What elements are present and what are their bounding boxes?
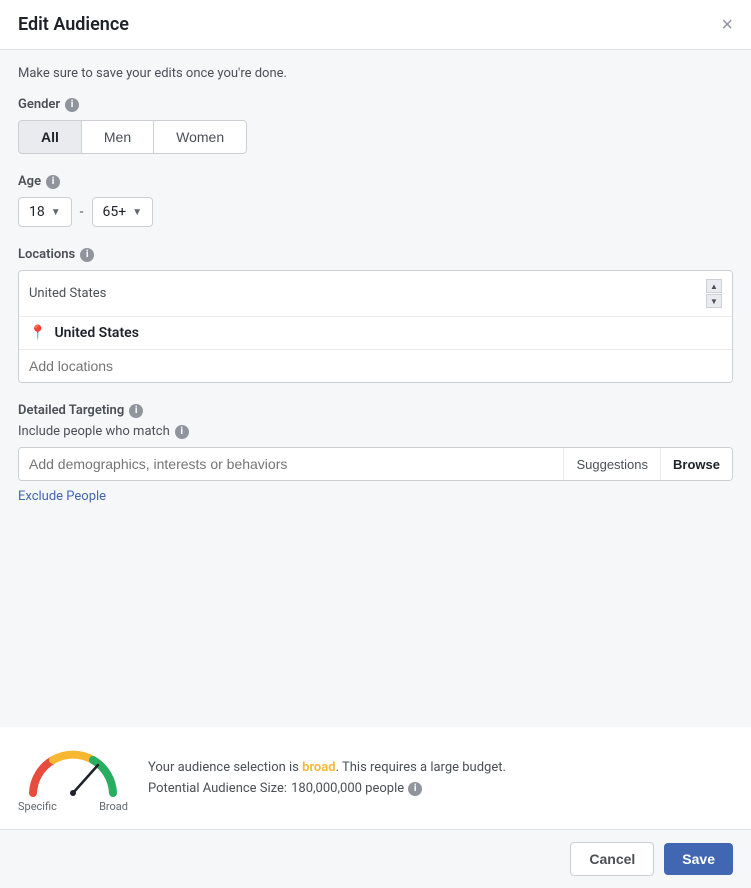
location-item: 📍 United States bbox=[19, 317, 732, 349]
edit-audience-modal: Edit Audience × Make sure to save your e… bbox=[0, 0, 751, 888]
exclude-people-link[interactable]: Exclude People bbox=[18, 489, 106, 504]
age-label: Age i bbox=[18, 174, 733, 189]
broad-word: broad bbox=[302, 760, 335, 775]
modal-header: Edit Audience × bbox=[0, 0, 751, 50]
age-max-select[interactable]: 65+ ▼ bbox=[92, 197, 154, 227]
locations-header-text: United States bbox=[29, 286, 706, 301]
location-pin-icon: 📍 bbox=[29, 325, 46, 341]
locations-section: Locations i United States ▲ ▼ 📍 United S… bbox=[18, 247, 733, 383]
audience-meter-bar: Specific Broad Your audience selection i… bbox=[0, 727, 751, 829]
age-min-chevron: ▼ bbox=[51, 207, 61, 218]
targeting-input-row: Suggestions Browse bbox=[18, 447, 733, 481]
suggestions-button[interactable]: Suggestions bbox=[563, 448, 660, 480]
locations-label: Locations i bbox=[18, 247, 733, 262]
locations-header: United States ▲ ▼ bbox=[19, 271, 732, 317]
gender-label: Gender i bbox=[18, 97, 733, 112]
scroll-down-arrow[interactable]: ▼ bbox=[706, 294, 722, 308]
gender-button-group: All Men Women bbox=[18, 120, 733, 154]
location-name: United States bbox=[54, 325, 138, 341]
gender-women-button[interactable]: Women bbox=[154, 120, 247, 154]
potential-text: Potential Audience Size: 180,000,000 peo… bbox=[148, 781, 733, 796]
scroll-up-arrow[interactable]: ▲ bbox=[706, 279, 722, 293]
targeting-input[interactable] bbox=[19, 448, 563, 480]
audience-info: Your audience selection is broad. This r… bbox=[148, 760, 733, 796]
gender-all-button[interactable]: All bbox=[18, 120, 82, 154]
gender-section: Gender i All Men Women bbox=[18, 97, 733, 154]
targeting-label: Detailed Targeting i bbox=[18, 403, 733, 418]
notice-text: Make sure to save your edits once you're… bbox=[18, 66, 733, 81]
age-max-chevron: ▼ bbox=[132, 207, 142, 218]
age-min-select[interactable]: 18 ▼ bbox=[18, 197, 72, 227]
potential-size: 180,000,000 people bbox=[291, 781, 404, 796]
targeting-info-icon[interactable]: i bbox=[129, 404, 143, 418]
save-button[interactable]: Save bbox=[664, 843, 733, 875]
potential-info-icon[interactable]: i bbox=[408, 782, 422, 796]
locations-info-icon[interactable]: i bbox=[80, 248, 94, 262]
age-dash: - bbox=[80, 204, 84, 220]
gauge-svg bbox=[23, 743, 123, 798]
add-locations-input[interactable] bbox=[19, 349, 732, 382]
modal-title: Edit Audience bbox=[18, 14, 129, 35]
close-button[interactable]: × bbox=[721, 15, 733, 35]
include-info-icon[interactable]: i bbox=[175, 425, 189, 439]
gauge-container: Specific Broad bbox=[18, 743, 128, 813]
age-row: 18 ▼ - 65+ ▼ bbox=[18, 197, 733, 227]
gender-men-button[interactable]: Men bbox=[82, 120, 154, 154]
browse-button[interactable]: Browse bbox=[660, 448, 732, 480]
gender-info-icon[interactable]: i bbox=[65, 98, 79, 112]
detailed-targeting-section: Detailed Targeting i Include people who … bbox=[18, 403, 733, 504]
audience-text: Your audience selection is broad. This r… bbox=[148, 760, 733, 775]
scroll-arrows: ▲ ▼ bbox=[706, 279, 722, 308]
broad-label: Broad bbox=[99, 800, 128, 813]
modal-body: Make sure to save your edits once you're… bbox=[0, 50, 751, 727]
locations-box: United States ▲ ▼ 📍 United States bbox=[18, 270, 733, 383]
gauge-labels: Specific Broad bbox=[18, 800, 128, 813]
age-info-icon[interactable]: i bbox=[46, 175, 60, 189]
age-section: Age i 18 ▼ - 65+ ▼ bbox=[18, 174, 733, 227]
cancel-button[interactable]: Cancel bbox=[570, 842, 654, 876]
specific-label: Specific bbox=[18, 800, 57, 813]
include-label: Include people who match i bbox=[18, 424, 733, 439]
footer-actions: Cancel Save bbox=[0, 829, 751, 888]
